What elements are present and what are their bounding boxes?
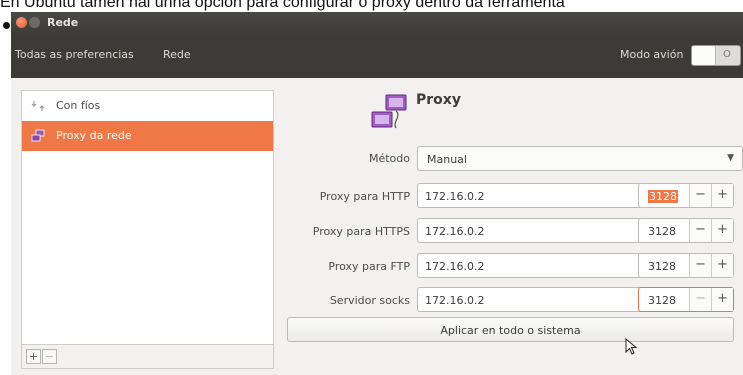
toggle-knob [692,46,716,65]
https-proxy-port-value: 3128 [648,225,676,238]
panel-title: Proxy [416,92,461,108]
http-proxy-host-value: 172.16.0.2 [425,190,485,203]
method-label: Método [368,152,410,165]
https-proxy-label: Proxy para HTTPS [312,225,410,238]
socks-server-host-input[interactable]: 172.16.0.2 [417,287,642,312]
connection-list-toolbar: + − [21,345,274,369]
socks-server-port-value: 3128 [648,294,676,307]
https-proxy-port-stepper[interactable]: 3128 − + [638,218,734,243]
socks-port-decrement-button[interactable]: − [689,288,711,311]
ftp-proxy-port-stepper[interactable]: 3128 − + [638,253,734,278]
header-toolbar: Todas as preferencias Rede Modo avión O [11,35,743,78]
ftp-proxy-label: Proxy para FTP [328,260,410,273]
chevron-down-icon: ▼ [727,153,734,163]
breadcrumb-current: Rede [163,48,191,61]
socks-server-label: Servidor socks [329,294,410,307]
mouse-cursor-icon [625,338,638,355]
proxy-icon [31,129,45,142]
close-window-button[interactable] [16,17,27,28]
proxy-large-icon [371,94,407,129]
airplane-mode-toggle[interactable]: O [691,45,741,66]
sidebar-item-label: Proxy da rede [56,129,132,142]
socks-server-port-stepper[interactable]: 3128 − + [638,287,734,312]
socks-port-increment-button[interactable]: + [711,288,733,311]
apply-button-label: Aplicar en todo o sistema [440,324,581,337]
title-bar: Rede [11,12,743,35]
breadcrumb-all-settings[interactable]: Todas as preferencias [15,48,134,61]
http-port-increment-button[interactable]: + [711,184,733,207]
http-proxy-label: Proxy para HTTP [319,190,410,203]
sidebar-item-network-proxy[interactable]: Proxy da rede [22,121,273,151]
network-settings-window: Rede Todas as preferencias Rede Modo avi… [11,12,743,375]
ftp-proxy-host-input[interactable]: 172.16.0.2 [417,253,642,278]
https-port-increment-button[interactable]: + [711,219,733,242]
network-wired-icon [31,101,45,111]
window-title: Rede [47,16,79,29]
add-connection-button[interactable]: + [26,349,41,364]
sidebar-item-label: Con fíos [56,99,101,112]
ftp-proxy-host-value: 172.16.0.2 [425,260,485,273]
apply-system-wide-button[interactable]: Aplicar en todo o sistema [287,317,734,342]
socks-server-host-value: 172.16.0.2 [425,294,485,307]
airplane-mode-label: Modo avión [620,48,684,61]
ftp-port-increment-button[interactable]: + [711,254,733,277]
http-proxy-port-value: 3128 [648,190,678,203]
https-proxy-host-input[interactable]: 172.16.0.2 [417,218,642,243]
minimize-window-button[interactable] [29,17,40,28]
connection-list: Con fíos Proxy da rede [21,90,274,345]
ftp-proxy-port-value: 3128 [648,260,676,273]
http-proxy-host-input[interactable]: 172.16.0.2 [417,183,642,208]
toggle-off-indicator: O [723,49,731,60]
method-value: Manual [427,153,467,166]
http-proxy-port-stepper[interactable]: 3128 − + [638,183,734,208]
remove-connection-button[interactable]: − [42,349,57,364]
http-port-decrement-button[interactable]: − [689,184,711,207]
sidebar-item-wired[interactable]: Con fíos [22,91,273,121]
ftp-port-decrement-button[interactable]: − [689,254,711,277]
https-proxy-host-value: 172.16.0.2 [425,225,485,238]
bullet-point [3,22,10,29]
method-dropdown[interactable]: Manual ▼ [417,146,743,171]
https-port-decrement-button[interactable]: − [689,219,711,242]
